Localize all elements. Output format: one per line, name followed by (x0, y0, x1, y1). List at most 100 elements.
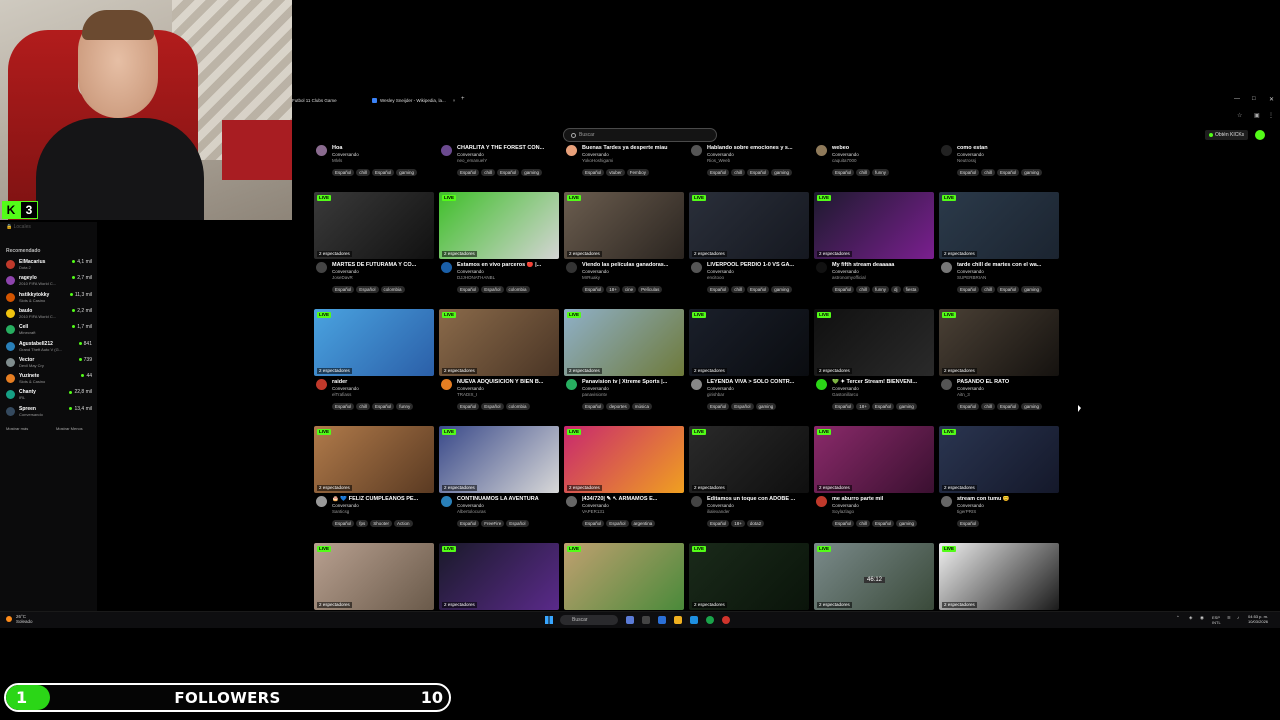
stream-tag[interactable]: Español (832, 286, 855, 293)
edge-icon[interactable] (690, 616, 698, 624)
stream-tag[interactable]: Español (497, 169, 520, 176)
stream-tag[interactable]: gaming (1021, 169, 1043, 176)
stream-tag[interactable]: chill (731, 286, 746, 293)
stream-thumbnail[interactable]: LIVE 2 espectadores (564, 309, 684, 376)
stream-category[interactable]: Conversando (832, 503, 859, 508)
show-less-link[interactable]: Mostrar Menos (56, 426, 83, 431)
stream-tag[interactable]: chill (356, 169, 371, 176)
streamer-name[interactable]: Gastonillarco (832, 392, 858, 397)
stream-category[interactable]: Conversando (832, 386, 859, 391)
stream-tag[interactable]: Español (582, 520, 605, 527)
stream-tag[interactable]: Español (332, 403, 355, 410)
stream-thumbnail[interactable]: LIVE 2 espectadores (439, 543, 559, 610)
stream-card-info[interactable]: LIVERPOOL PERDIO 1-0 VS GA... Conversando… (689, 262, 811, 296)
stream-tag[interactable]: Español (707, 286, 730, 293)
stream-tag[interactable]: chill (981, 169, 996, 176)
stream-tag[interactable]: Action (394, 520, 413, 527)
streamer-name[interactable]: astronomyofficial (832, 275, 866, 280)
stream-tag[interactable]: Español (832, 169, 855, 176)
streamer-name[interactable]: neo_emanuelY (457, 158, 487, 163)
sidebar-channel[interactable]: baulo 2010 FIFA World C... 2,2 mil (6, 307, 92, 321)
sidebar-channel[interactable]: Spreen Conversando 13,4 mil (6, 405, 92, 419)
stream-title[interactable]: PASANDO EL RATO (957, 379, 1061, 385)
stream-card-info[interactable]: Hablando sobre emociones y s... Conversan… (689, 145, 811, 179)
stream-category[interactable]: Conversando (957, 503, 984, 508)
search-input[interactable]: Buscar (563, 128, 717, 142)
show-more-link[interactable]: Mostrar más (6, 426, 28, 431)
stream-tag[interactable]: 18+ (731, 520, 745, 527)
stream-card-info[interactable]: My fifth stream deaaaaa Conversando astron… (814, 262, 936, 296)
stream-card-info[interactable]: Hoa Conversando Mlvls Español chill Español ga… (314, 145, 436, 179)
stream-thumbnail[interactable]: LIVE 2 espectadores (689, 426, 809, 493)
stream-category[interactable]: Conversando (332, 386, 359, 391)
sidebar-channel[interactable]: Chanty IRL 22,8 mil (6, 388, 92, 402)
stream-card-info[interactable]: CHARLITA Y THE FOREST CON... Conversando n… (439, 145, 561, 179)
stream-thumbnail[interactable]: LIVE 2 espectadores (814, 309, 934, 376)
task-view-icon[interactable] (626, 616, 634, 624)
stream-tag[interactable]: Shooter (370, 520, 393, 527)
stream-tag[interactable]: FreeFire (481, 520, 505, 527)
streamer-avatar[interactable] (816, 145, 827, 156)
user-avatar[interactable] (1255, 130, 1265, 140)
stream-title[interactable]: webeo (832, 145, 936, 151)
streamer-avatar[interactable] (691, 262, 702, 273)
stream-title[interactable]: Estamos en vivo parceros 🔴 |... (457, 262, 561, 268)
stream-title[interactable]: como estan (957, 145, 1061, 151)
stream-card-info[interactable]: tarde chill de martes con el wa... Conver… (939, 262, 1061, 296)
store-icon[interactable] (658, 616, 666, 624)
stream-tag[interactable]: gaming (896, 403, 917, 410)
sidebar-channel[interactable]: rageylo 2010 FIFA World C... 2,7 mil (6, 274, 92, 288)
taskbar-clock[interactable]: 04:53 p. m. 10/03/2026 (1248, 614, 1268, 624)
streamer-name[interactable]: panavisiontv (582, 392, 607, 397)
streamer-name[interactable]: Mlvls (332, 158, 342, 163)
stream-category[interactable]: Conversando (457, 269, 484, 274)
stream-tag[interactable]: chill (356, 403, 371, 410)
stream-tag[interactable]: dj (891, 286, 901, 293)
stream-title[interactable]: 💚 ✦ Tercer Stream! BIENVENI... (832, 379, 936, 385)
stream-tag[interactable]: gaming (896, 520, 918, 527)
streamer-name[interactable]: ilialexander (707, 509, 730, 514)
stream-card-info[interactable]: como estan Conversando Neutrossj Español chi… (939, 145, 1061, 179)
stream-tag[interactable]: Español (356, 286, 379, 293)
stream-tag[interactable]: 18+ (856, 403, 870, 410)
stream-thumbnail[interactable]: LIVE 2 espectadores 46:12 (814, 543, 934, 610)
tab-futbol[interactable]: Futbol 11 Clubs Game (292, 96, 337, 105)
stream-card-info[interactable]: Estamos en vivo parceros 🔴 |... Conversan… (439, 262, 561, 296)
streamer-avatar[interactable] (941, 145, 952, 156)
stream-thumbnail[interactable]: LIVE 2 espectadores (689, 309, 809, 376)
stream-tag[interactable]: Español (832, 520, 855, 527)
stream-tag[interactable]: Español (957, 169, 980, 176)
stream-card-info[interactable]: 💚 ✦ Tercer Stream! BIENVENI... Conversand… (814, 379, 936, 413)
streamer-avatar[interactable] (816, 262, 827, 273)
streamer-avatar[interactable] (441, 262, 452, 273)
stream-tag[interactable]: chill (856, 286, 871, 293)
stream-title[interactable]: tarde chill de martes con el wa... (957, 262, 1061, 268)
streamer-avatar[interactable] (316, 496, 327, 507)
streamer-name[interactable]: encitooo (707, 275, 724, 280)
stream-tag[interactable]: gaming (771, 286, 793, 293)
stream-title[interactable]: LIVERPOOL PERDIO 1-0 VS GA... (707, 262, 811, 268)
bookmark-star-icon[interactable]: ☆ (1237, 112, 1242, 119)
new-tab-button[interactable]: + (461, 96, 465, 102)
stream-thumbnail[interactable]: LIVE 2 espectadores (689, 192, 809, 259)
wifi-icon[interactable]: ≋ (1227, 615, 1231, 621)
stream-card-info[interactable]: Viendo las películas ganadoras... Convers… (564, 262, 686, 296)
stream-tag[interactable]: dota2 (746, 520, 765, 527)
stream-tag[interactable]: Español (707, 520, 730, 527)
stream-title[interactable]: me aburro parte mil (832, 496, 936, 502)
stream-category[interactable]: Conversando (707, 386, 734, 391)
stream-tag[interactable]: Español (707, 169, 730, 176)
close-window-button[interactable]: ✕ (1269, 96, 1274, 103)
stream-tag[interactable]: Español (747, 286, 770, 293)
stream-category[interactable]: Conversando (582, 386, 609, 391)
stream-tag[interactable]: Español (457, 520, 480, 527)
stream-tag[interactable]: Español (582, 403, 605, 410)
streamer-avatar[interactable] (691, 379, 702, 390)
streamer-avatar[interactable] (441, 145, 452, 156)
stream-category[interactable]: Conversando (707, 503, 734, 508)
stream-tag[interactable]: chill (856, 520, 871, 527)
stream-tag[interactable]: deportes (606, 403, 630, 410)
streamer-avatar[interactable] (816, 379, 827, 390)
stream-tag[interactable]: Español (997, 169, 1020, 176)
tray-app-icon[interactable]: ◈ (1189, 615, 1192, 621)
